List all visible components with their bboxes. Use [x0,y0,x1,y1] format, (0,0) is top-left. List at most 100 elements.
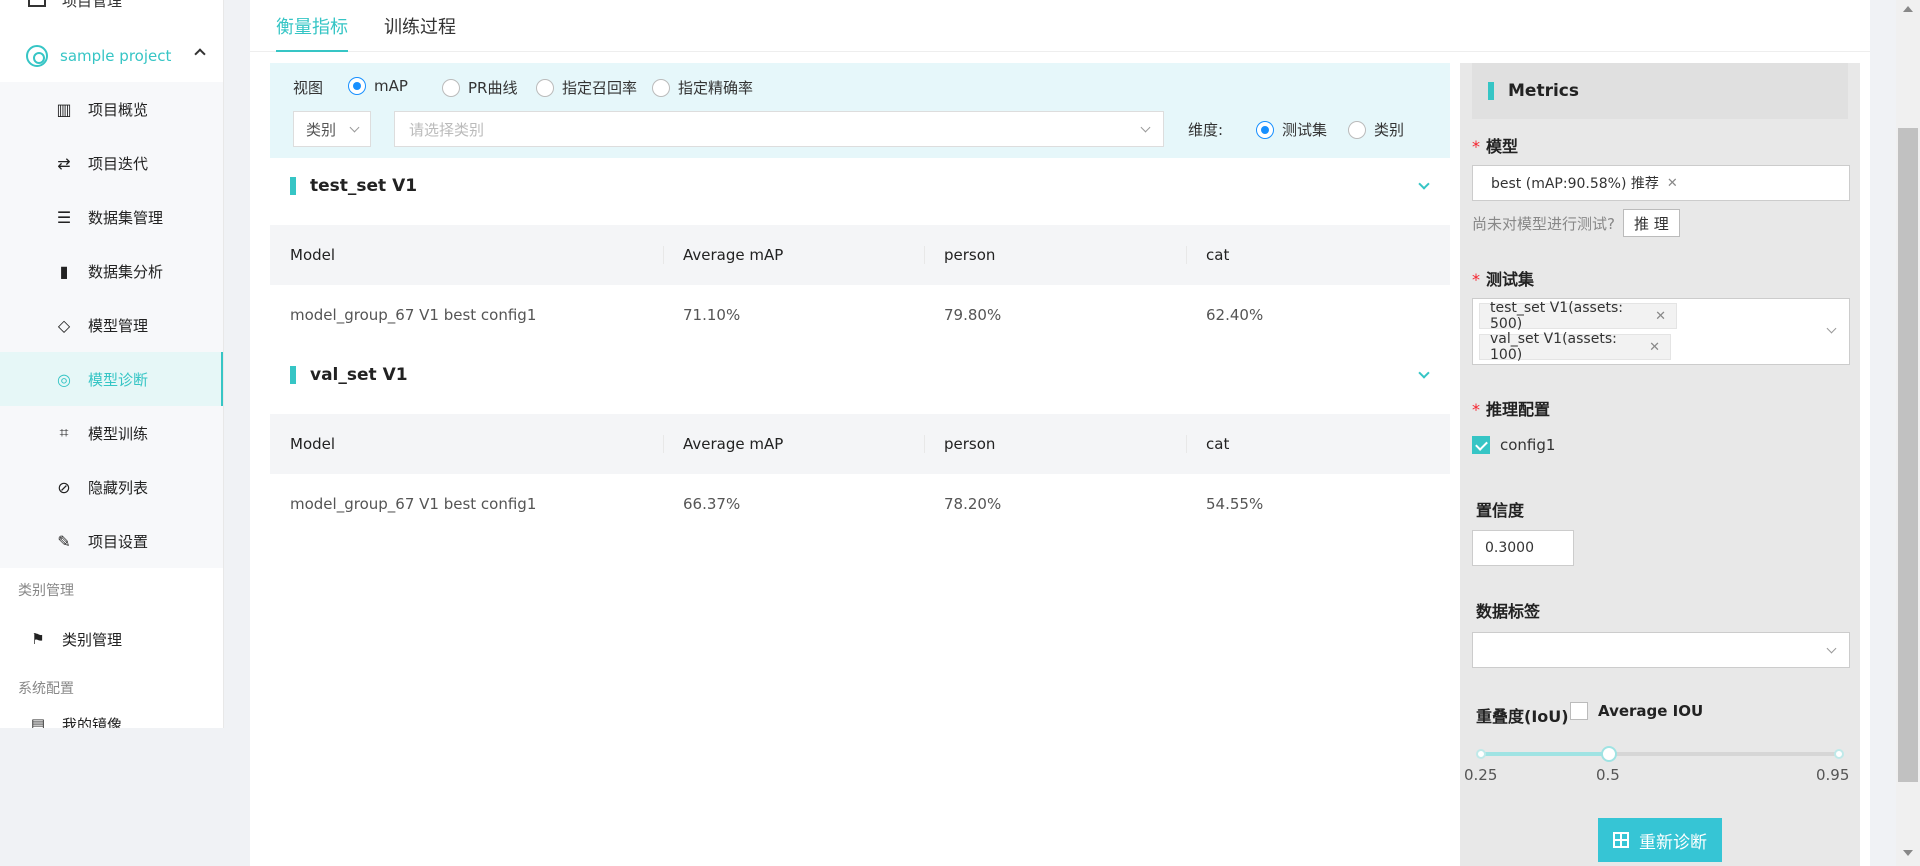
sidebar-item-dataset-analysis[interactable]: ▮ 数据集分析 [0,244,223,298]
sidebar-item-my-images[interactable]: ▤ 我的镜像 [0,710,223,728]
radio-label: 类别 [1374,121,1405,139]
average-iou-label: Average IOU [1598,702,1704,720]
testset-tag-label: val_set V1(assets: 100) [1490,331,1617,363]
dimension-radio-class[interactable]: 类别 [1348,119,1404,140]
infer-button[interactable]: 推 理 [1622,209,1680,237]
close-icon[interactable]: ✕ [1649,340,1660,355]
config-checkbox-label: config1 [1500,436,1556,454]
close-icon[interactable]: ✕ [1667,176,1678,191]
metrics-table: Model Average mAP person cat model_group… [270,225,1450,345]
sidebar-item-model-management[interactable]: ◇ 模型管理 [0,298,223,352]
type-select[interactable]: 类别 [293,111,371,147]
sidebar-item-project-management[interactable]: 项目管理 [28,0,122,10]
table-header: Model Average mAP person cat [270,225,1450,285]
iou-slider-end-dot[interactable] [1834,749,1844,759]
test-hint-text: 尚未对模型进行测试? [1472,214,1615,233]
close-icon[interactable]: ✕ [1655,309,1666,324]
rediagnose-button[interactable]: 重新诊断 [1598,818,1722,862]
table-header: Model Average mAP person cat [270,414,1450,474]
config-checkbox[interactable]: config1 [1472,436,1555,454]
sidebar-item-dataset-management[interactable]: ☰ 数据集管理 [0,190,223,244]
panel-header: Metrics [1472,63,1848,119]
section-header[interactable]: test_set V1 [270,160,1450,212]
table-cell: model_group_67 V1 best config1 [290,495,537,513]
testset-tag-label: test_set V1(assets: 500) [1490,300,1623,332]
datatag-select[interactable] [1472,632,1850,668]
section-accent-bar [290,366,296,384]
radio-checked-icon [348,77,366,95]
class-select[interactable]: 请选择类别 [394,111,1164,147]
column-header: Average mAP [663,435,924,453]
sidebar-item-overview[interactable]: ▥ 项目概览 [0,82,223,136]
testset-select[interactable]: test_set V1(assets: 500) ✕ val_set V1(as… [1472,298,1850,365]
model-label-text: 模型 [1486,137,1519,156]
chevron-down-icon[interactable] [1418,367,1430,379]
metrics-panel: Metrics * 模型 best (mAP:90.58%) 推荐 ✕ 尚未对模型… [1460,63,1860,866]
scroll-thumb[interactable] [1898,128,1918,782]
cube-icon: ◇ [57,315,71,335]
sidebar-item-model-training[interactable]: ⌗ 模型训练 [0,406,223,460]
edit-icon: ✎ [57,531,71,551]
iou-slider-handle[interactable] [1600,746,1617,762]
section-title: val_set V1 [310,365,408,385]
radio-icon [536,78,554,97]
view-radio-recall[interactable]: 指定召回率 [536,77,637,98]
scroll-down-icon[interactable] [1903,850,1913,856]
table-cell: 54.55% [1206,495,1264,513]
confidence-label: 置信度 [1476,501,1525,520]
chevron-down-icon [1140,122,1151,133]
config-label: * 推理配置 [1472,396,1550,420]
project-icon [26,45,48,67]
sidebar-item-label: 模型诊断 [88,370,149,389]
sidebar-item-iteration[interactable]: ⇄ 项目迭代 [0,136,223,190]
column-header: Average mAP [663,246,924,264]
testset-label-text: 测试集 [1486,270,1535,289]
iou-slider[interactable] [1476,746,1844,762]
model-tag: best (mAP:90.58%) 推荐 ✕ [1481,170,1688,196]
sidebar-item-class-management[interactable]: ⚑ 类别管理 [0,612,223,666]
radio-label: mAP [374,77,408,95]
database-icon: ☰ [56,207,72,227]
required-mark: * [1472,400,1480,419]
section-header[interactable]: val_set V1 [270,349,1450,401]
checkbox-checked-icon [1472,436,1490,454]
tab-metrics[interactable]: 衡量指标 [276,0,348,52]
average-iou-checkbox[interactable]: Average IOU [1570,702,1703,720]
test-hint: 尚未对模型进行测试? 推 理 [1472,209,1680,237]
chevron-down-icon[interactable] [1418,178,1430,190]
main-content: 衡量指标 训练过程 视图 mAP PR曲线 指定召回率 指定精确率 类别 请选择… [250,0,1870,866]
tab-training-process[interactable]: 训练过程 [384,0,456,52]
view-radio-map[interactable]: mAP [348,77,408,95]
testset-tag: test_set V1(assets: 500) ✕ [1479,300,1677,332]
diagnosis-icon: ◎ [57,369,71,389]
iou-slider-fill [1480,752,1609,756]
model-select[interactable]: best (mAP:90.58%) 推荐 ✕ [1472,165,1850,201]
column-header: Model [290,246,336,264]
page-scrollbar[interactable] [1896,0,1920,866]
radio-icon [652,78,670,97]
sidebar-item-hidden-list[interactable]: ⊘ 隐藏列表 [0,460,223,514]
radio-label: 指定召回率 [562,79,638,97]
section-accent-bar [290,177,296,195]
testset-tag: val_set V1(assets: 100) ✕ [1479,331,1671,363]
column-header: Model [290,435,336,453]
sidebar-item-model-diagnosis[interactable]: ◎ 模型诊断 [0,352,223,406]
confidence-input[interactable] [1472,530,1574,566]
radio-checked-icon [1256,120,1274,139]
scroll-up-icon[interactable] [1903,6,1913,12]
sidebar-item-label: 项目设置 [88,532,149,551]
section-title: test_set V1 [310,176,418,196]
testset-label: * 测试集 [1472,266,1534,290]
iou-slider-start-dot[interactable] [1476,749,1486,759]
sidebar-project-toggle[interactable]: sample project [0,30,223,82]
radio-label: 指定精确率 [678,79,754,97]
view-radio-pr-curve[interactable]: PR曲线 [442,77,517,98]
table-cell: 66.37% [683,495,741,513]
view-radio-precision[interactable]: 指定精确率 [652,77,753,98]
sidebar-item-project-settings[interactable]: ✎ 项目设置 [0,514,223,568]
radio-icon [442,78,460,97]
dimension-radio-testset[interactable]: 测试集 [1256,119,1327,140]
radio-label: 测试集 [1282,121,1328,139]
required-mark: * [1472,137,1480,156]
view-label: 视图 [293,79,324,97]
